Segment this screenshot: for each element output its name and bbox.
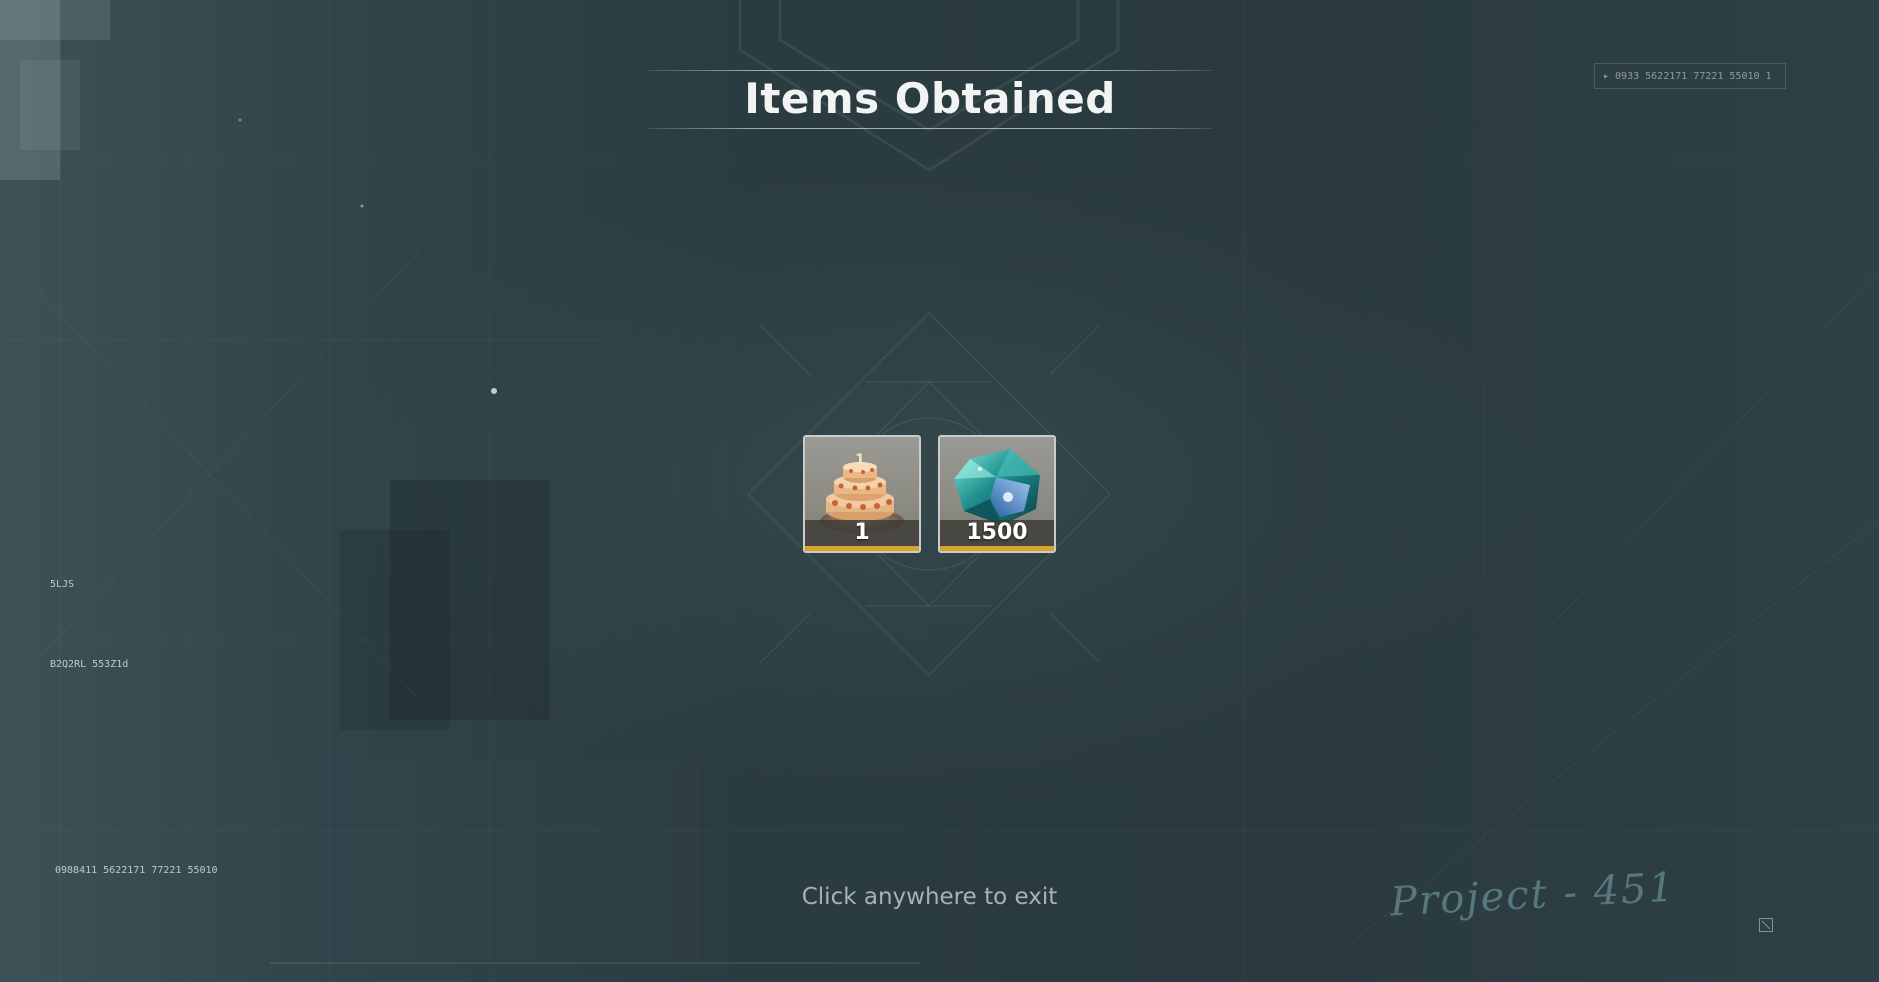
reward-items-row: 1 1 1500 xyxy=(803,435,1056,553)
page-title: Items Obtained xyxy=(744,74,1116,123)
reward-item-crystal[interactable]: 1500 xyxy=(938,435,1056,553)
svg-text:1: 1 xyxy=(855,452,865,468)
expand-icon xyxy=(1759,918,1773,932)
reward-screen[interactable]: 5LJS B2Q2RL 553Z1d 0988411 5622171 77221… xyxy=(0,0,1879,982)
hud-left-code-b: B2Q2RL 553Z1d xyxy=(50,659,129,670)
title-bottom-rule xyxy=(648,128,1212,129)
title-top-rule xyxy=(648,70,1212,71)
hud-left-code-c: 0988411 5622171 77221 55010 xyxy=(55,865,218,876)
hud-top-right-code: ▸ 0933 5622171 77221 55010 1 xyxy=(1594,63,1786,89)
title-banner: Items Obtained xyxy=(648,68,1212,130)
reward-item-cake[interactable]: 1 1 xyxy=(803,435,921,553)
hud-left-code-a: 5LJS xyxy=(50,579,75,590)
rarity-bar xyxy=(805,546,919,551)
item-quantity: 1500 xyxy=(966,520,1028,545)
item-quantity: 1 xyxy=(854,520,870,545)
rarity-bar xyxy=(940,546,1054,551)
